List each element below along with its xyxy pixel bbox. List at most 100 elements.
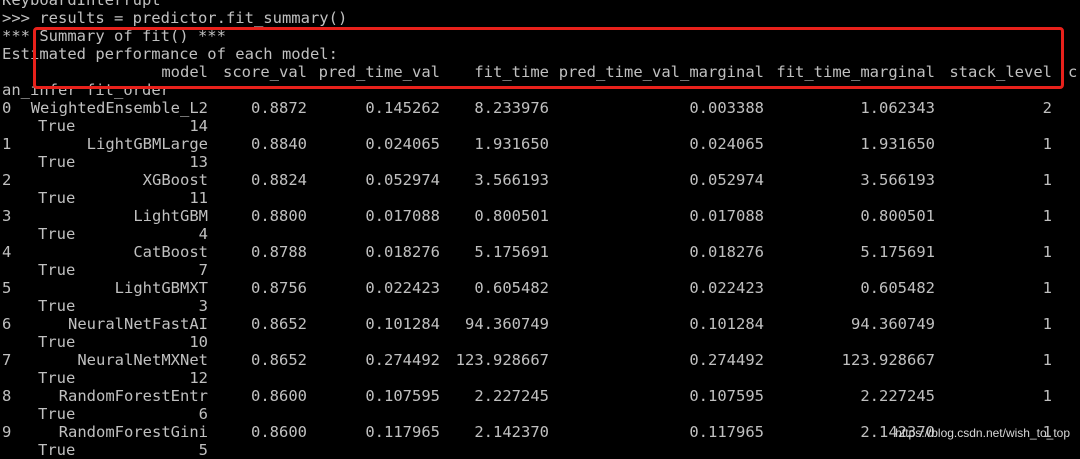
cell-fit-time-marginal: 0.800501 xyxy=(860,207,935,225)
cell-model: NeuralNetFastAI xyxy=(68,315,208,333)
cell-score-val: 0.8788 xyxy=(251,243,307,261)
cell-stack-level: 1 xyxy=(1042,207,1052,225)
table-row: 4 CatBoost 0.8788 0.018276 5.175691 0.018276 5… xyxy=(0,243,1080,261)
table-row-wrap: True 13 xyxy=(0,153,1080,171)
table-row-wrap: True 5 xyxy=(0,441,1080,459)
cell-fit-time-marginal: 123.928667 xyxy=(841,351,935,369)
cell-fit-time: 8.233976 xyxy=(474,99,549,117)
cell-fit-time-marginal: 1.931650 xyxy=(860,135,935,153)
cell-stack-level: 1 xyxy=(1042,387,1052,405)
cell-index: 3 xyxy=(2,207,12,225)
prompt-line: >>> results = predictor.fit_summary() xyxy=(0,9,1080,27)
cell-score-val: 0.8756 xyxy=(251,279,307,297)
cell-pred-time-val: 0.117965 xyxy=(365,423,440,441)
cell-model: WeightedEnsemble_L2 xyxy=(30,99,208,117)
cell-fit-order: 6 xyxy=(198,405,208,423)
cell-fit-time: 5.175691 xyxy=(474,243,549,261)
col-header-fit-time-marginal: fit_time_marginal xyxy=(776,63,935,81)
cell-score-val: 0.8652 xyxy=(251,315,307,333)
console-output: KeyboardInterrupt >>> results = predicto… xyxy=(0,0,1080,459)
cell-index: 0 xyxy=(2,99,12,117)
cell-score-val: 0.8872 xyxy=(251,99,307,117)
cell-pred-time-val: 0.022423 xyxy=(365,279,440,297)
watermark-text: https://blog.csdn.net/wish_to_top xyxy=(895,426,1070,440)
col-header-score-val: score_val xyxy=(223,63,307,81)
interrupt-text: KeyboardInterrupt xyxy=(2,0,161,9)
cell-fit-time: 2.142370 xyxy=(474,423,549,441)
cell-score-val: 0.8800 xyxy=(251,207,307,225)
table-row-wrap: True 4 xyxy=(0,225,1080,243)
cell-pred-time-val-marginal: 0.107595 xyxy=(689,387,764,405)
table-row-wrap: True 14 xyxy=(0,117,1080,135)
col-header-pred-time-val: pred_time_val xyxy=(318,63,440,81)
cell-model: XGBoost xyxy=(142,171,208,189)
cell-score-val: 0.8652 xyxy=(251,351,307,369)
cell-can-infer: True xyxy=(38,261,76,279)
cell-index: 2 xyxy=(2,171,12,189)
prompt-command: >>> results = predictor.fit_summary() xyxy=(2,9,348,27)
cell-stack-level: 1 xyxy=(1042,351,1052,369)
cell-can-infer: True xyxy=(38,225,76,243)
cell-pred-time-val-marginal: 0.018276 xyxy=(689,243,764,261)
cell-score-val: 0.8824 xyxy=(251,171,307,189)
col-header-fit-time: fit_time xyxy=(474,63,549,81)
col-header-model: model xyxy=(161,63,208,81)
interrupt-line: KeyboardInterrupt xyxy=(0,0,1080,9)
table-row: 1 LightGBMLarge 0.8840 0.024065 1.931650 0.02… xyxy=(0,135,1080,153)
cell-fit-order: 12 xyxy=(189,369,208,387)
cell-model: NeuralNetMXNet xyxy=(77,351,208,369)
table-row-wrap: True 10 xyxy=(0,333,1080,351)
cell-index: 1 xyxy=(2,135,12,153)
cell-pred-time-val-marginal: 0.274492 xyxy=(689,351,764,369)
cell-fit-order: 5 xyxy=(198,441,208,459)
cell-can-infer: True xyxy=(38,369,76,387)
table-row-wrap: True 11 xyxy=(0,189,1080,207)
cell-fit-time-marginal: 1.062343 xyxy=(860,99,935,117)
cell-pred-time-val-marginal: 0.017088 xyxy=(689,207,764,225)
cell-fit-time: 3.566193 xyxy=(474,171,549,189)
cell-index: 6 xyxy=(2,315,12,333)
cell-fit-time-marginal: 0.605482 xyxy=(860,279,935,297)
cell-score-val: 0.8600 xyxy=(251,387,307,405)
cell-stack-level: 1 xyxy=(1042,135,1052,153)
cell-fit-time-marginal: 3.566193 xyxy=(860,171,935,189)
table-row: 3 LightGBM 0.8800 0.017088 0.800501 0.017088 0… xyxy=(0,207,1080,225)
table-row-wrap: True 12 xyxy=(0,369,1080,387)
cell-can-infer: True xyxy=(38,189,76,207)
table-row: 7 NeuralNetMXNet 0.8652 0.274492 123.928667 0… xyxy=(0,351,1080,369)
table-header-row: model score_val pred_time_val fit_time p… xyxy=(0,63,1080,81)
cell-stack-level: 1 xyxy=(1042,171,1052,189)
cell-index: 9 xyxy=(2,423,12,441)
col-header-fit-order: fit_order xyxy=(86,81,170,99)
cell-can-infer: True xyxy=(38,405,76,423)
cell-fit-time-marginal: 2.227245 xyxy=(860,387,935,405)
col-header-truncated: c xyxy=(1068,63,1078,81)
cell-pred-time-val: 0.107595 xyxy=(365,387,440,405)
cell-fit-time: 123.928667 xyxy=(455,351,549,369)
cell-pred-time-val: 0.017088 xyxy=(365,207,440,225)
estimated-performance-text: Estimated performance of each model: xyxy=(2,45,338,63)
col-header-stack-level: stack_level xyxy=(949,63,1052,81)
cell-fit-time: 0.800501 xyxy=(474,207,549,225)
cell-stack-level: 1 xyxy=(1042,315,1052,333)
cell-can-infer: True xyxy=(38,441,76,459)
cell-can-infer: True xyxy=(38,117,76,135)
table-header-wrap-row: an_infer fit_order xyxy=(0,81,1080,99)
cell-pred-time-val: 0.018276 xyxy=(365,243,440,261)
cell-can-infer: True xyxy=(38,333,76,351)
summary-header: *** Summary of fit() *** xyxy=(2,27,226,45)
cell-pred-time-val: 0.274492 xyxy=(365,351,440,369)
cell-model: CatBoost xyxy=(133,243,208,261)
table-row-wrap: True 3 xyxy=(0,297,1080,315)
table-row-wrap: True 7 xyxy=(0,261,1080,279)
cell-stack-level: 2 xyxy=(1042,99,1052,117)
cell-index: 8 xyxy=(2,387,12,405)
cell-index: 7 xyxy=(2,351,12,369)
cell-fit-order: 3 xyxy=(198,297,208,315)
cell-pred-time-val-marginal: 0.117965 xyxy=(689,423,764,441)
results-table-body: 0 WeightedEnsemble_L2 0.8872 0.145262 8.2339… xyxy=(0,99,1080,459)
cell-model: LightGBM xyxy=(133,207,208,225)
cell-pred-time-val-marginal: 0.022423 xyxy=(689,279,764,297)
cell-fit-order: 13 xyxy=(189,153,208,171)
cell-pred-time-val-marginal: 0.052974 xyxy=(689,171,764,189)
